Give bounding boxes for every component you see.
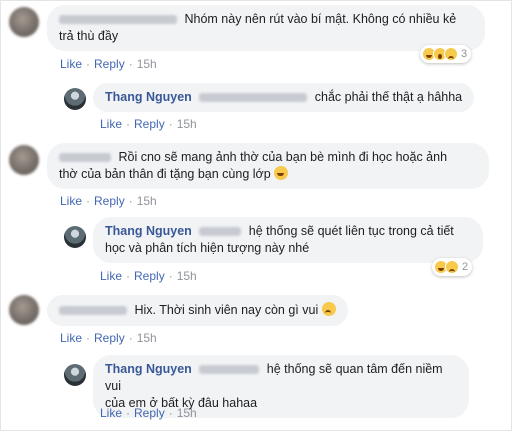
like-link[interactable]: Like [100, 406, 122, 420]
reply-link[interactable]: Reply [94, 194, 125, 208]
reply-link[interactable]: Reply [134, 269, 165, 283]
separator: · [128, 194, 133, 208]
reply-comment: Thang Nguyen hệ thống sẽ quét liên tục t… [64, 217, 483, 263]
timestamp[interactable]: 15h [137, 331, 157, 345]
timestamp[interactable]: 15h [177, 117, 197, 131]
reply-link[interactable]: Reply [94, 57, 125, 71]
separator: · [126, 406, 131, 420]
comment: Hix. Thời sinh viên nay còn gì vui [9, 295, 348, 326]
comment-actions: Like · Reply · 15h [100, 406, 197, 420]
separator: · [86, 57, 91, 71]
reply-link[interactable]: Reply [134, 117, 165, 131]
comment-bubble: Nhóm này nên rút vào bí mật. Không có nh… [47, 5, 485, 51]
comment-actions: Like · Reply · 15h [60, 194, 157, 208]
reaction-count: 3 [461, 48, 468, 60]
reaction-summary[interactable]: 2 [432, 258, 473, 276]
author-name-redacted[interactable] [59, 153, 111, 163]
like-link[interactable]: Like [60, 194, 82, 208]
comment: Rồi cno sẽ mang ảnh thờ của bạn bè mình … [9, 143, 489, 189]
timestamp[interactable]: 15h [177, 406, 197, 420]
like-link[interactable]: Like [60, 331, 82, 345]
separator: · [86, 194, 91, 208]
avatar[interactable] [64, 88, 86, 110]
reaction-summary[interactable]: 3 [420, 45, 472, 63]
author-name-redacted[interactable] [59, 15, 177, 25]
comment-text: chắc phải thế thật ạ hâhha [314, 90, 463, 104]
avatar[interactable] [64, 364, 86, 386]
author-name[interactable]: Thang Nguyen [105, 362, 192, 376]
separator: · [128, 57, 133, 71]
comment-text-line-1: Rồi cno sẽ mang ảnh thờ của bạn bè mình … [118, 150, 448, 164]
comment-text-line-1: hệ thống sẽ quét liên tục trong cả tiết [248, 224, 454, 238]
comment-actions: Like · Reply · 15h [60, 331, 157, 345]
timestamp[interactable]: 15h [177, 269, 197, 283]
comment-text-line-2: thờ của bản thân đi tặng bạn cùng lớp [59, 167, 271, 181]
tagged-name-redacted[interactable] [199, 93, 308, 103]
avatar[interactable] [64, 226, 86, 248]
reply-link[interactable]: Reply [134, 406, 165, 420]
crying-emoji-icon [321, 302, 336, 316]
sad-icon [444, 47, 458, 61]
like-link[interactable]: Like [60, 57, 82, 71]
comment-bubble: Rồi cno sẽ mang ảnh thờ của bạn bè mình … [47, 143, 489, 189]
timestamp[interactable]: 15h [137, 194, 157, 208]
sad-icon [445, 260, 459, 274]
comment-bubble: Thang Nguyen hệ thống sẽ quét liên tục t… [93, 217, 483, 263]
reply-link[interactable]: Reply [94, 331, 125, 345]
separator: · [168, 269, 173, 283]
comment-text-line-2: trả thù đầy [59, 29, 119, 43]
like-link[interactable]: Like [100, 117, 122, 131]
comment: Nhóm này nên rút vào bí mật. Không có nh… [9, 5, 485, 51]
comment-actions: Like · Reply · 15h [60, 57, 157, 71]
author-name-redacted[interactable] [59, 306, 127, 316]
separator: · [126, 117, 131, 131]
avatar[interactable] [9, 145, 39, 175]
separator: · [168, 406, 173, 420]
author-name[interactable]: Thang Nguyen [105, 224, 192, 238]
separator: · [168, 117, 173, 131]
like-link[interactable]: Like [100, 269, 122, 283]
tagged-name-redacted[interactable] [199, 227, 242, 237]
author-name[interactable]: Thang Nguyen [105, 90, 192, 104]
separator: · [128, 331, 133, 345]
tagged-name-redacted[interactable] [199, 365, 260, 375]
comment-text-line-1: Nhóm này nên rút vào bí mật. Không có nh… [184, 12, 457, 26]
comment-bubble: Thang Nguyen chắc phải thế thật ạ hâhha [93, 83, 475, 112]
comment-bubble: Hix. Thời sinh viên nay còn gì vui [47, 295, 348, 326]
comment-actions: Like · Reply · 15h [100, 117, 197, 131]
separator: · [86, 331, 91, 345]
comment-text: Hix. Thời sinh viên nay còn gì vui [134, 303, 319, 317]
comment-text-line-2: học và phân tích hiện tượng này nhé [105, 241, 310, 255]
reply-comment: Thang Nguyen chắc phải thế thật ạ hâhha [64, 83, 475, 112]
timestamp[interactable]: 15h [137, 57, 157, 71]
comment-actions: Like · Reply · 15h [100, 269, 197, 283]
laughing-emoji-icon [274, 166, 289, 180]
avatar[interactable] [9, 295, 39, 325]
separator: · [126, 269, 131, 283]
avatar[interactable] [9, 7, 39, 37]
reaction-count: 2 [462, 261, 469, 273]
